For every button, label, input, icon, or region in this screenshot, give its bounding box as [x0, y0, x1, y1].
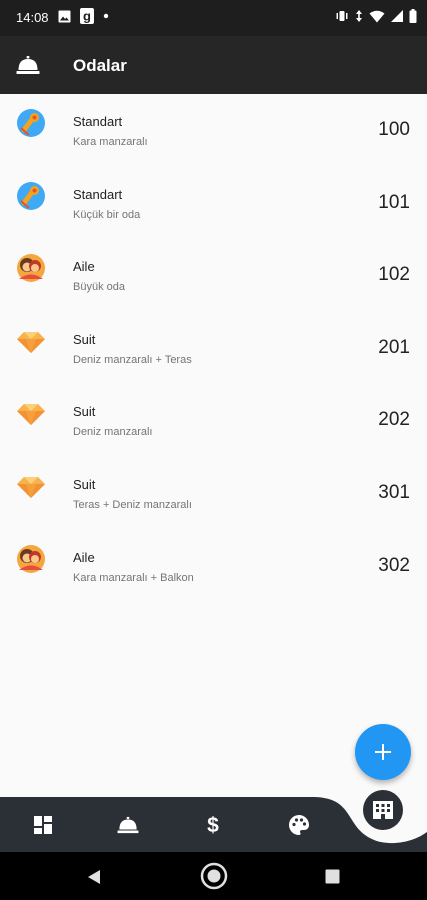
nav-dashboard[interactable]	[28, 810, 58, 840]
diamond-icon	[17, 476, 45, 498]
room-description: Kara manzaralı + Balkon	[73, 571, 194, 584]
hotel-building-icon	[373, 801, 393, 819]
nav-hotel[interactable]	[363, 790, 403, 830]
diamond-icon	[17, 331, 45, 353]
room-service-bell-icon	[117, 816, 139, 834]
bed-icon	[17, 181, 45, 210]
dollar-icon: $	[207, 814, 219, 836]
back-icon[interactable]	[86, 869, 102, 885]
room-number: 102	[378, 264, 410, 286]
status-right-icons	[335, 9, 417, 23]
room-item[interactable]: Suit Deniz manzaralı + Teras 201	[0, 312, 427, 385]
room-list: Standart Kara manzaralı 100 Standart Küç…	[0, 94, 427, 602]
room-description: Teras + Deniz manzaralı	[73, 498, 192, 511]
recents-icon[interactable]	[325, 869, 340, 884]
palette-icon	[289, 815, 309, 835]
data-arrows-icon	[356, 10, 362, 22]
nav-theme[interactable]	[284, 810, 314, 840]
room-type: Standart	[73, 186, 123, 202]
battery-icon	[409, 9, 417, 23]
room-number: 101	[378, 191, 410, 213]
room-item[interactable]: Aile Büyük oda 102	[0, 239, 427, 312]
svg-text:g: g	[83, 9, 91, 24]
image-icon	[58, 10, 71, 22]
status-left-icons: g	[58, 8, 109, 24]
room-item[interactable]: Suit Deniz manzaralı 202	[0, 384, 427, 457]
g-app-icon: g	[80, 8, 94, 24]
room-item[interactable]: Standart Küçük bir oda 101	[0, 167, 427, 240]
room-number: 202	[378, 409, 410, 431]
room-type: Suit	[73, 404, 96, 420]
room-description: Deniz manzaralı + Teras	[73, 353, 192, 366]
svg-text:$: $	[207, 814, 219, 836]
system-nav-bar	[0, 852, 427, 900]
dashboard-icon	[34, 816, 52, 834]
room-type: Aile	[73, 259, 95, 275]
family-icon	[17, 254, 45, 283]
room-description: Kara manzaralı	[73, 136, 148, 148]
room-number: 100	[378, 119, 410, 140]
room-number: 201	[378, 336, 410, 358]
page-title: Odalar	[73, 56, 127, 75]
room-number: 301	[378, 481, 410, 503]
status-bar: 14:08 g	[0, 0, 427, 36]
nav-rooms[interactable]	[113, 810, 143, 840]
room-type: Suit	[73, 476, 96, 492]
wifi-icon	[369, 10, 385, 22]
status-time: 14:08	[16, 10, 49, 25]
room-type: Aile	[73, 549, 95, 565]
nav-payments[interactable]: $	[198, 810, 228, 840]
add-room-button[interactable]	[355, 724, 411, 780]
room-type: Suit	[73, 331, 96, 347]
home-icon[interactable]	[200, 862, 228, 890]
room-description: Küçük bir oda	[73, 208, 141, 221]
bed-icon	[17, 109, 45, 137]
plus-icon	[375, 744, 391, 760]
vibrate-icon	[336, 11, 348, 21]
dot-icon	[103, 13, 109, 19]
family-icon	[17, 544, 45, 573]
signal-icon	[391, 9, 403, 22]
room-item[interactable]: Suit Teras + Deniz manzaralı 301	[0, 457, 427, 530]
room-description: Büyük oda	[73, 281, 125, 294]
room-type: Standart	[73, 114, 123, 129]
room-service-bell-icon[interactable]	[16, 54, 40, 76]
room-number: 302	[378, 554, 410, 576]
app-bar: Odalar	[0, 36, 427, 94]
room-item[interactable]: Standart Kara manzaralı 100	[0, 94, 427, 167]
room-item[interactable]: Aile Kara manzaralı + Balkon 302	[0, 530, 427, 603]
diamond-icon	[17, 404, 45, 426]
room-description: Deniz manzaralı	[73, 426, 153, 439]
